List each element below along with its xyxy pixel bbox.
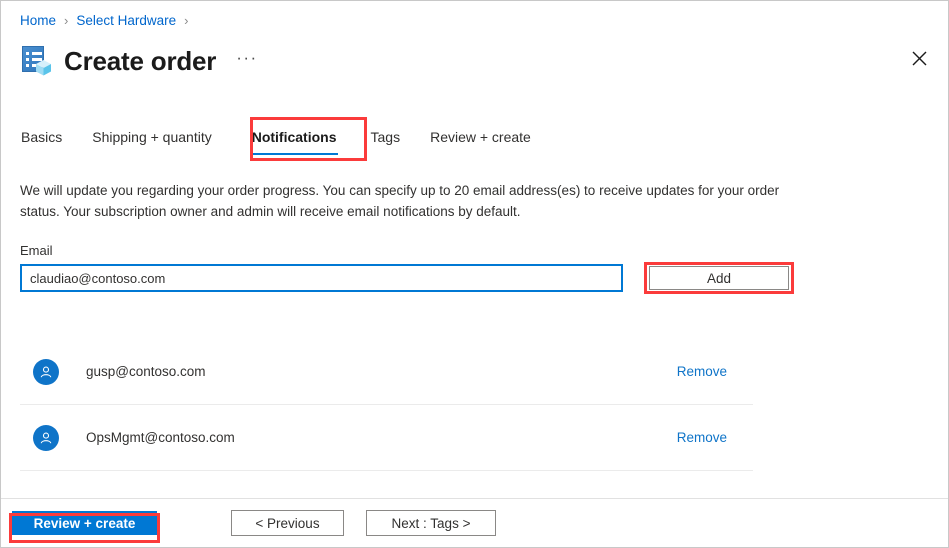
add-email-button[interactable]: Add [649,266,789,290]
wizard-footer: Review + create < Previous Next : Tags > [1,498,948,547]
tab-label: Shipping + quantity [92,129,212,145]
tab-label: Basics [21,129,63,145]
create-order-blade: Home › Select Hardware › Create order ··… [0,0,949,548]
tab-review-create[interactable]: Review + create [429,125,532,157]
email-field-label: Email [20,243,53,258]
previous-button[interactable]: < Previous [231,510,344,536]
recipient-email: OpsMgmt@contoso.com [86,430,235,445]
tab-tags[interactable]: Tags [370,125,402,157]
tab-notifications[interactable]: Notifications [250,125,338,157]
more-options-icon[interactable]: ··· [236,49,257,66]
email-recipients-list: gusp@contoso.com Remove OpsMgmt@contoso.… [20,339,753,471]
tab-label: Review + create [430,129,531,145]
review-create-button[interactable]: Review + create [12,511,157,535]
remove-recipient-link[interactable]: Remove [677,364,727,379]
close-icon[interactable] [902,41,936,75]
list-item: OpsMgmt@contoso.com Remove [20,405,753,471]
tab-basics[interactable]: Basics [20,125,63,157]
create-order-icon [20,44,54,78]
chevron-right-icon: › [64,13,69,28]
tab-bar: Basics Shipping + quantity Notifications… [20,125,560,165]
recipient-email: gusp@contoso.com [86,364,206,379]
page-header: Create order ··· [20,39,258,83]
tab-shipping-quantity[interactable]: Shipping + quantity [91,125,212,157]
next-button[interactable]: Next : Tags > [366,510,496,536]
tab-label: Notifications [251,129,337,145]
breadcrumb: Home › Select Hardware › [20,12,197,30]
remove-recipient-link[interactable]: Remove [677,430,727,445]
breadcrumb-item-home[interactable]: Home [20,12,56,30]
email-input[interactable] [20,264,623,292]
breadcrumb-item-select-hardware[interactable]: Select Hardware [76,12,176,30]
page-title: Create order [64,45,217,76]
tab-label: Tags [370,129,401,145]
chevron-right-icon: › [184,13,189,28]
list-item: gusp@contoso.com Remove [20,339,753,405]
notifications-description: We will update you regarding your order … [20,183,780,219]
avatar [33,424,59,451]
avatar [33,358,59,385]
active-tab-underline [250,152,338,155]
